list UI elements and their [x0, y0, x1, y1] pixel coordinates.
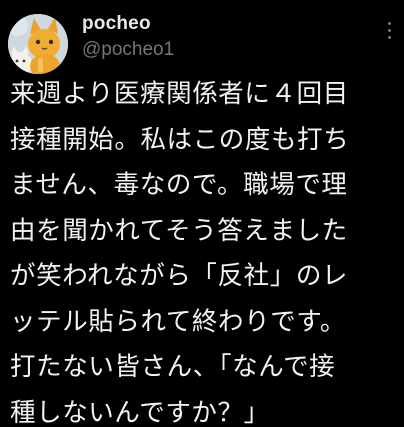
tweet-text-line: が笑われながら「反社」のレ: [10, 261, 349, 291]
tweet-text-line: 来週より医療関係者に４回目: [10, 79, 349, 109]
tweet-text-line: ません、毒なので。職場で理: [10, 170, 348, 200]
tweet: pocheo @pocheo1 来週より医療関係者に４回目 接種開始。私はこの度も…: [0, 0, 404, 427]
tweet-text: 来週より医療関係者に４回目 接種開始。私はこの度も打ち ません、毒なので。職場で理由…: [10, 72, 398, 427]
tweet-text-line: 接種開始。私はこの度も打ち: [10, 124, 350, 155]
display-name[interactable]: pocheo: [82, 12, 174, 36]
more-options-icon[interactable]: [386, 22, 392, 44]
user-handle[interactable]: @pocheo1: [82, 37, 174, 63]
tweet-text-line: 打たない皆さん、「なんで接: [10, 352, 336, 382]
tweet-text-line: 由を聞かれてそう答えました: [10, 215, 348, 246]
tweet-text-line: ッテル貼られて終わりです。: [10, 306, 346, 337]
cat-avatar-icon: [8, 14, 68, 74]
avatar[interactable]: [8, 14, 68, 74]
tweet-text-line: 種しないんですか？」: [10, 397, 270, 427]
tweet-header: pocheo @pocheo1: [8, 10, 396, 74]
author-names: pocheo @pocheo1: [82, 12, 174, 63]
